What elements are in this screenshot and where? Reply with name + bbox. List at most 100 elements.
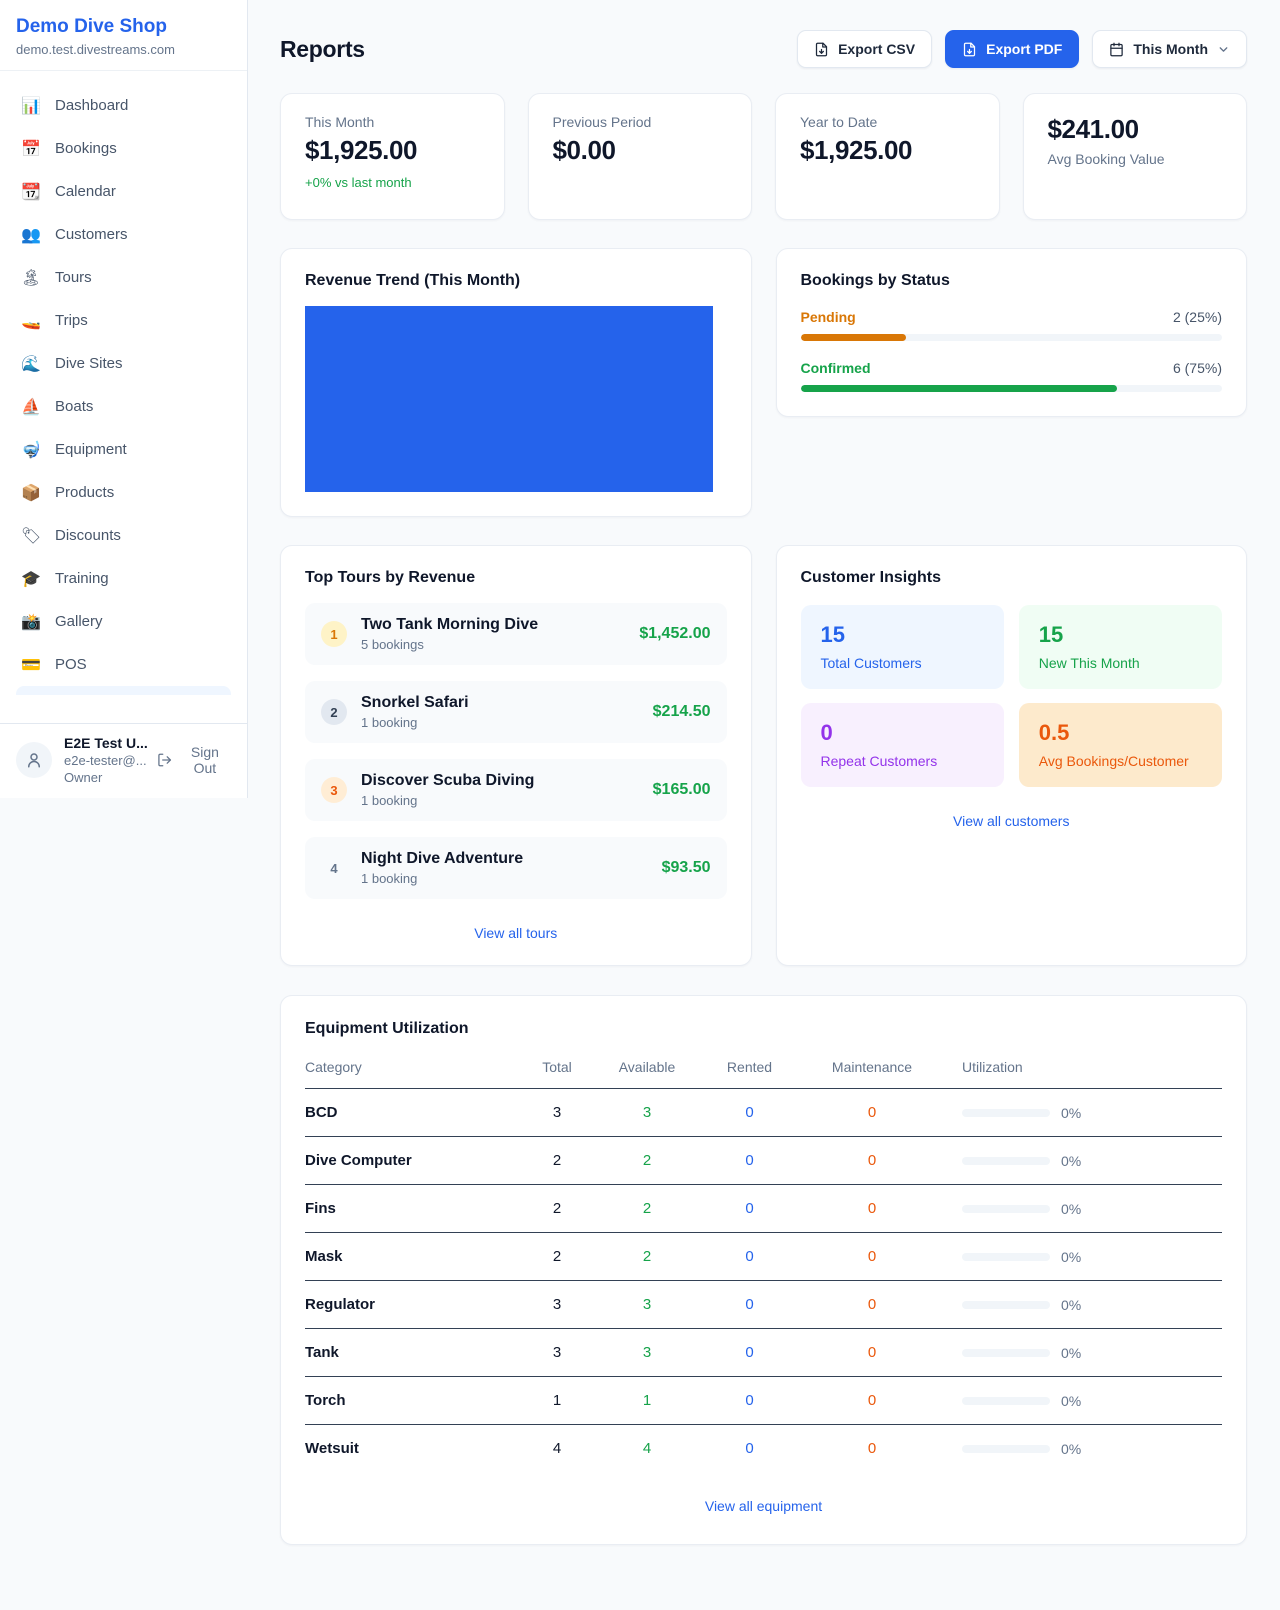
sidebar-item-training[interactable]: 🎓 Training (8, 557, 239, 600)
utilization-bar-track (962, 1445, 1050, 1453)
stat-card-avg-booking-value: $241.00 Avg Booking Value (1023, 93, 1248, 220)
tour-name: Snorkel Safari (361, 694, 469, 712)
tour-bookings: 1 booking (361, 715, 469, 730)
export-csv-label: Export CSV (838, 41, 915, 57)
sidebar-item-customers[interactable]: 👥 Customers (8, 213, 239, 256)
stat-label: This Month (305, 114, 480, 130)
column-header-category: Category (305, 1051, 517, 1089)
table-row: Dive Computer 2 2 0 0 0% (305, 1137, 1222, 1185)
table-row: Regulator 3 3 0 0 0% (305, 1281, 1222, 1329)
tour-amount: $214.50 (653, 703, 711, 721)
calendar-icon (1109, 42, 1124, 57)
sidebar-item-bookings[interactable]: 📅 Bookings (8, 127, 239, 170)
cell-available: 3 (597, 1089, 697, 1137)
calendar-icon: 📆 (20, 182, 42, 202)
bookings-by-status-card: Bookings by Status Pending 2 (25%) Confi… (776, 248, 1248, 417)
view-all-equipment-link[interactable]: View all equipment (305, 1498, 1222, 1514)
cell-rented: 0 (697, 1329, 802, 1377)
utilization-percent: 0% (1061, 1105, 1081, 1121)
cell-category: Torch (305, 1377, 517, 1425)
cell-maintenance: 0 (802, 1329, 942, 1377)
training-icon: 🎓 (20, 569, 42, 589)
sidebar-item-label: Tours (55, 269, 92, 286)
stat-delta: +0% vs last month (305, 175, 480, 190)
cell-total: 2 (517, 1185, 597, 1233)
cell-rented: 0 (697, 1137, 802, 1185)
sidebar-item-reports-partial[interactable] (16, 686, 231, 695)
stat-cards: This Month $1,925.00 +0% vs last month P… (280, 93, 1247, 220)
sidebar-item-tours[interactable]: 🏝 Tours (8, 256, 239, 299)
sign-out-icon (157, 752, 172, 768)
cell-utilization: 0% (942, 1233, 1222, 1281)
sidebar-item-gallery[interactable]: 📸 Gallery (8, 600, 239, 643)
stat-label: Year to Date (800, 114, 975, 130)
table-row: Fins 2 2 0 0 0% (305, 1185, 1222, 1233)
page-header: Reports Export CSV Export PDF This Month (280, 30, 1247, 68)
column-header-available: Available (597, 1051, 697, 1089)
status-count: 6 (75%) (1173, 360, 1222, 376)
user-info: E2E Test U... e2e-tester@... Owner (64, 735, 145, 785)
period-dropdown[interactable]: This Month (1092, 30, 1247, 68)
status-bar-track (801, 385, 1223, 392)
cell-utilization: 0% (942, 1281, 1222, 1329)
tours-icon: 🏝 (20, 268, 42, 288)
tour-row: 1 Two Tank Morning Dive 5 bookings $1,45… (305, 603, 727, 665)
revenue-trend-chart (305, 306, 713, 492)
utilization-percent: 0% (1061, 1297, 1081, 1313)
sidebar-item-pos[interactable]: 💳 POS (8, 643, 239, 686)
export-pdf-button[interactable]: Export PDF (945, 30, 1079, 68)
cell-category: Mask (305, 1233, 517, 1281)
cell-utilization: 0% (942, 1329, 1222, 1377)
cell-maintenance: 0 (802, 1233, 942, 1281)
table-header-row: Category Total Available Rented Maintena… (305, 1051, 1222, 1089)
column-header-rented: Rented (697, 1051, 802, 1089)
cell-utilization: 0% (942, 1185, 1222, 1233)
gallery-icon: 📸 (20, 612, 42, 632)
bookings-icon: 📅 (20, 139, 42, 159)
tour-name: Discover Scuba Diving (361, 772, 534, 790)
pos-icon: 💳 (20, 655, 42, 675)
cell-total: 1 (517, 1377, 597, 1425)
file-download-icon (814, 42, 829, 57)
view-all-customers-link[interactable]: View all customers (801, 813, 1223, 829)
cell-total: 2 (517, 1233, 597, 1281)
equipment-icon: 🤿 (20, 440, 42, 460)
utilization-percent: 0% (1061, 1153, 1081, 1169)
equipment-table: Category Total Available Rented Maintena… (305, 1051, 1222, 1472)
period-label: This Month (1133, 41, 1208, 57)
sidebar-item-trips[interactable]: 🚤 Trips (8, 299, 239, 342)
stat-value: $0.00 (553, 135, 728, 166)
sidebar-item-dashboard[interactable]: 📊 Dashboard (8, 84, 239, 127)
sidebar-item-boats[interactable]: ⛵ Boats (8, 385, 239, 428)
cell-category: Regulator (305, 1281, 517, 1329)
sidebar-item-discounts[interactable]: 🏷 Discounts (8, 514, 239, 557)
sign-out-button[interactable]: Sign Out (157, 744, 231, 776)
products-icon: 📦 (20, 483, 42, 503)
sidebar-item-calendar[interactable]: 📆 Calendar (8, 170, 239, 213)
utilization-bar-track (962, 1109, 1050, 1117)
cell-utilization: 0% (942, 1425, 1222, 1473)
boats-icon: ⛵ (20, 397, 42, 417)
sidebar-item-label: Trips (55, 312, 88, 329)
cell-available: 2 (597, 1233, 697, 1281)
column-header-maintenance: Maintenance (802, 1051, 942, 1089)
discounts-icon: 🏷 (20, 526, 42, 546)
user-role: Owner (64, 770, 145, 785)
sidebar-item-dive-sites[interactable]: 🌊 Dive Sites (8, 342, 239, 385)
cell-available: 2 (597, 1137, 697, 1185)
user-name: E2E Test U... (64, 735, 145, 751)
revenue-trend-title: Revenue Trend (This Month) (305, 272, 727, 290)
tile-value: 0.5 (1039, 720, 1202, 746)
equipment-utilization-title: Equipment Utilization (305, 1020, 1222, 1038)
sidebar-item-equipment[interactable]: 🤿 Equipment (8, 428, 239, 471)
view-all-tours-link[interactable]: View all tours (305, 925, 727, 941)
tile-new-this-month: 15 New This Month (1019, 605, 1222, 689)
sidebar-item-label: Calendar (55, 183, 116, 200)
revenue-trend-card: Revenue Trend (This Month) (280, 248, 752, 517)
tour-bookings: 1 booking (361, 871, 523, 886)
export-csv-button[interactable]: Export CSV (797, 30, 932, 68)
user-email: e2e-tester@... (64, 753, 145, 768)
status-bar-fill (801, 385, 1117, 392)
sidebar-item-products[interactable]: 📦 Products (8, 471, 239, 514)
table-row: Wetsuit 4 4 0 0 0% (305, 1425, 1222, 1473)
